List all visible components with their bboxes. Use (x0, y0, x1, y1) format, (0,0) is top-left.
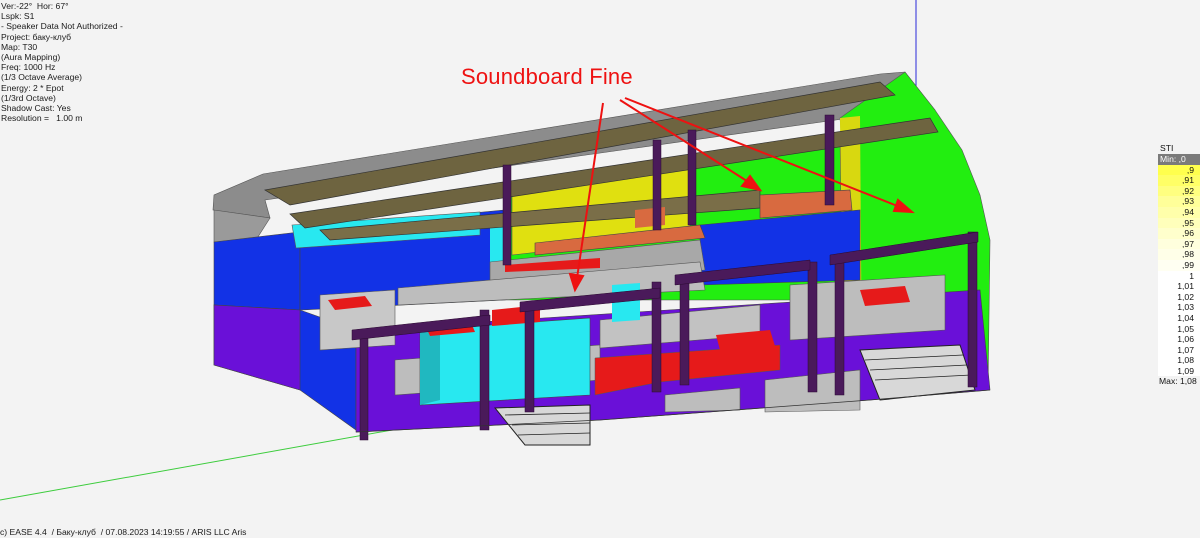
legend-item: 1,02 (1158, 291, 1200, 303)
legend-item: 1,09 (1158, 365, 1200, 377)
legend-item: 1,08 (1158, 355, 1200, 366)
info-line: Freq: 1000 Hz (1, 62, 56, 73)
left-blue-wall (213, 231, 301, 311)
legend-item: ,91 (1158, 175, 1200, 186)
legend-item: ,9 (1158, 164, 1200, 176)
footer-status: c) EASE 4.4 / Баку-клуб / 07.08.2023 14:… (0, 527, 247, 537)
legend-item: ,94 (1158, 206, 1200, 218)
legend-item: 1,07 (1158, 344, 1200, 356)
legend-item: 1 (1158, 270, 1200, 282)
info-line: (1/3 Octave Average) (1, 72, 83, 83)
legend-item: ,93 (1158, 196, 1200, 207)
cyan-box-side (420, 325, 440, 405)
info-line: (1/3rd Octave) (1, 92, 56, 103)
info-line: Ver:-22° Hor: 67° (1, 1, 69, 11)
legend-item: ,95 (1158, 217, 1200, 229)
legend-item: ,97 (1158, 238, 1200, 250)
legend-max: Max: 1,08 (1159, 376, 1197, 387)
info-line: Lspk: S1 (1, 11, 35, 22)
info-line: Project: бакy-клyб (1, 31, 72, 42)
info-line: Energy: 2 * Epot (1, 82, 64, 93)
legend-item: 1,01 (1158, 281, 1200, 292)
legend-item: ,98 (1158, 249, 1200, 260)
stair-left (493, 404, 591, 446)
stair-right (859, 344, 976, 401)
legend-title: STI (1160, 143, 1174, 153)
legend-min: Min: ,0 (1158, 154, 1200, 165)
legend-item: 1,04 (1158, 312, 1200, 324)
info-line: Map: T30 (1, 41, 38, 52)
legend-item: 1,03 (1158, 302, 1200, 313)
info-line: Resolution = 1.00 m (1, 113, 83, 124)
annotation-label: Soundboard Fine (461, 64, 633, 89)
sti-legend: STI Min: ,0 ,9,91,92,93,94,95,96,97,98,9… (1158, 143, 1200, 387)
legend-item: ,92 (1158, 185, 1200, 197)
legend-item: ,99 (1158, 259, 1200, 271)
info-panel: Ver:-22° Hor: 67° Lspk: S1- Speaker Data … (1, 1, 123, 123)
legend-item: 1,05 (1158, 323, 1200, 335)
info-line: - Speaker Data Not Authorized - (1, 21, 123, 32)
legend-item: 1,06 (1158, 334, 1200, 345)
left-purple-wall (213, 304, 301, 391)
legend-item: ,96 (1158, 228, 1200, 239)
info-line: Shadow Cast: Yes (1, 102, 71, 113)
info-line: (Aura Mapping) (1, 51, 61, 62)
y-axis-line (0, 424, 421, 501)
